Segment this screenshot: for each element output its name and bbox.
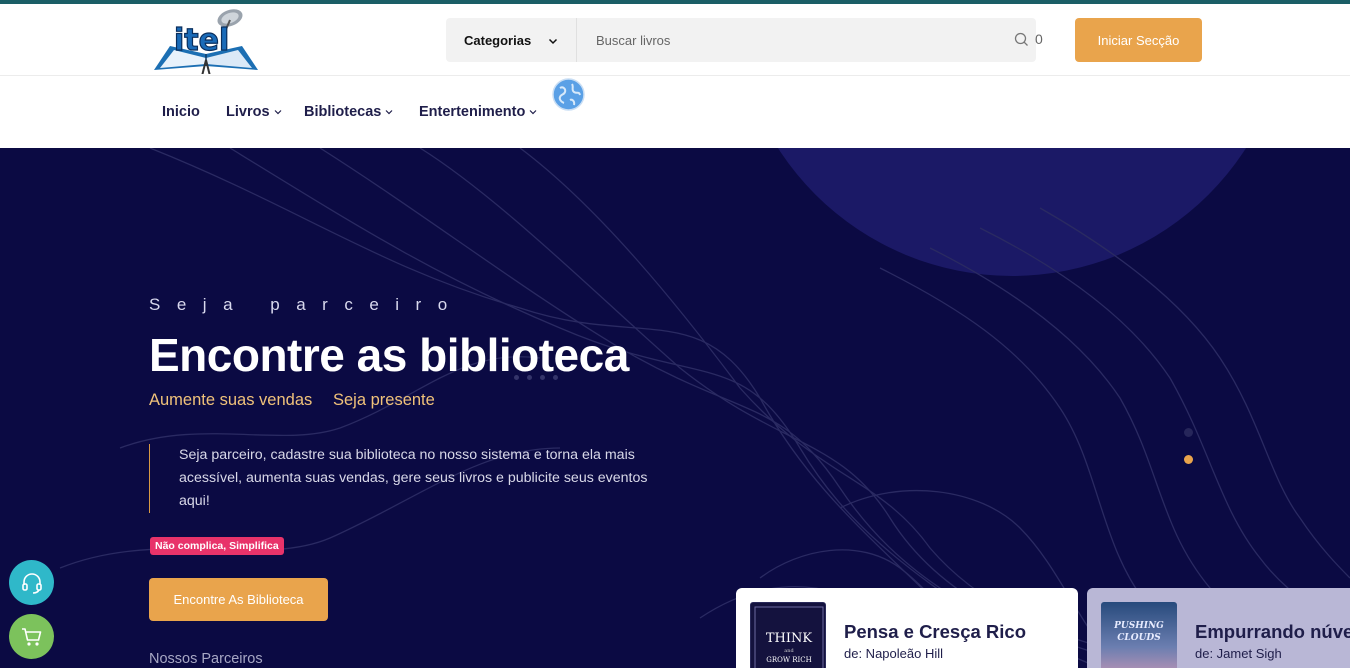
search-bar: Categorias 0 xyxy=(446,18,1043,62)
nav-item-livros[interactable]: Livros xyxy=(226,104,282,120)
headset-icon xyxy=(21,572,42,594)
nav-item-inicio[interactable]: Inicio xyxy=(162,104,200,120)
chevron-down-icon xyxy=(548,34,558,49)
hero-subtitle-b: Seja presente xyxy=(333,391,435,409)
cart-icon xyxy=(21,627,41,646)
support-button[interactable] xyxy=(9,560,54,605)
book-title[interactable]: Empurrando núvens xyxy=(1195,621,1350,643)
hero-subtitle-a: Aumente suas vendas xyxy=(149,391,313,409)
nav-item-bibliotecas[interactable]: Bibliotecas xyxy=(304,104,393,120)
nav-item-entertenimento[interactable]: Entertenimento xyxy=(419,104,537,120)
search-count: 0 xyxy=(1035,31,1043,47)
cart-button[interactable] xyxy=(9,614,54,659)
category-select-label: Categorias xyxy=(464,32,532,48)
site-header: itel Categorias 0 Iniciar Secção xyxy=(0,4,1350,77)
slider-dot[interactable] xyxy=(1184,428,1193,437)
cover-subtitle: GROW RICH xyxy=(766,656,812,664)
nav-item-label: Livros xyxy=(226,104,270,120)
decorative-dots xyxy=(514,375,558,380)
book-card[interactable]: THINK and GROW RICH Pensa e Cresça Rico … xyxy=(736,588,1078,668)
chevron-down-icon xyxy=(274,110,281,115)
partners-label: Nossos Parceiros xyxy=(149,651,263,667)
hero-eyebrow: Seja parceiro xyxy=(149,295,464,314)
book-cover: PUSHING CLOUDS xyxy=(1101,602,1177,668)
itel-logo[interactable]: itel xyxy=(150,6,262,77)
globe-icon[interactable] xyxy=(552,78,585,111)
cover-subtitle: CLOUDS xyxy=(1117,633,1161,643)
cover-title: THINK xyxy=(766,631,813,646)
hero-badge: Não complica, Simplifica xyxy=(150,537,284,555)
category-select[interactable]: Categorias xyxy=(446,18,577,62)
main-nav: Inicio Livros Bibliotecas Entertenimento xyxy=(0,77,1350,148)
cover-title: PUSHING xyxy=(1113,621,1164,631)
book-card[interactable]: PUSHING CLOUDS Empurrando núvens de: Jam… xyxy=(1087,588,1350,668)
login-button[interactable]: Iniciar Secção xyxy=(1075,18,1202,62)
book-cover: THINK and GROW RICH xyxy=(750,602,826,668)
logo-text: itel xyxy=(174,23,229,58)
nav-item-label: Inicio xyxy=(162,104,200,120)
nav-item-label: Entertenimento xyxy=(419,104,526,120)
book-title[interactable]: Pensa e Cresça Rico xyxy=(844,621,1026,643)
find-libraries-button[interactable]: Encontre As Biblioteca xyxy=(149,578,328,621)
chevron-down-icon xyxy=(529,110,537,115)
search-input[interactable] xyxy=(578,18,998,62)
hero-section: Seja parceiro Encontre as biblioteca Aum… xyxy=(0,148,1350,668)
book-author: de: Napoleão Hill xyxy=(844,646,944,661)
hero-title: Encontre as biblioteca xyxy=(149,329,629,381)
chevron-down-icon xyxy=(385,110,393,115)
book-author: de: Jamet Sigh xyxy=(1195,646,1282,661)
slider-dot-active[interactable] xyxy=(1184,455,1193,464)
nav-item-label: Bibliotecas xyxy=(304,104,382,120)
search-icon[interactable] xyxy=(1014,32,1029,52)
hero-description: Seja parceiro, cadastre sua biblioteca n… xyxy=(149,444,669,513)
cover-and: and xyxy=(784,648,794,654)
